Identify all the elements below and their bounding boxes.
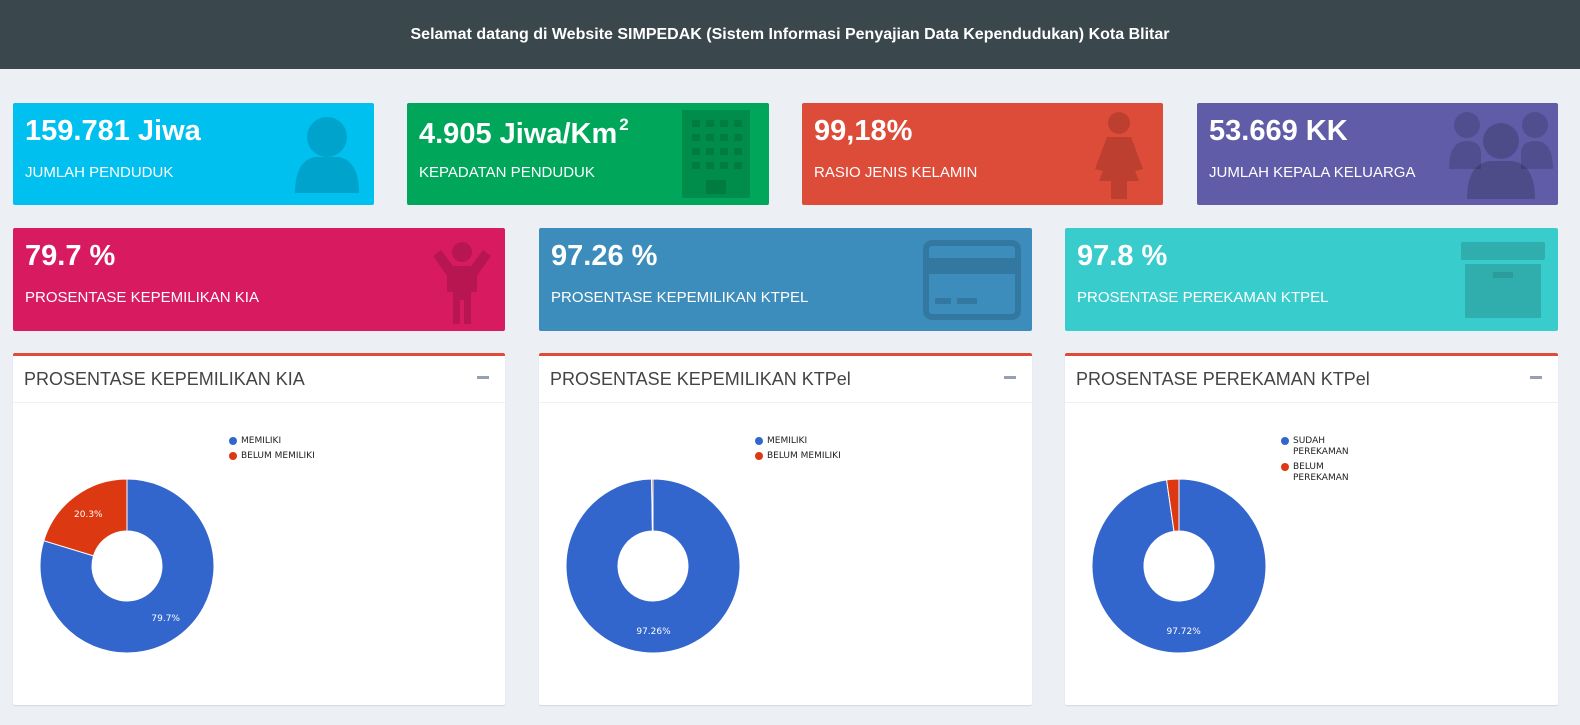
stat-box-kepala-keluarga: 53.669 KK JUMLAH KEPALA KELUARGA [1197,103,1558,205]
panel-title: PROSENTASE KEPEMILIKAN KTPel [550,369,851,389]
stat-label: PROSENTASE PEREKAMAN KTPel [1077,289,1329,306]
legend-item[interactable]: SUDAH PEREKAMAN [1281,436,1351,458]
legend-item[interactable]: BELUM MEMILIKI [755,451,841,462]
stat-box-jumlah-penduduk: 159.781 Jiwa JUMLAH PENDUDUK [13,103,374,205]
stat-value: 79.7 % [25,240,116,272]
panel-title: PROSENTASE PEREKAMAN KTPel [1076,369,1370,389]
panel-header: PROSENTASE KEPEMILIKAN KTPel [539,356,1032,403]
collapse-minus-icon[interactable] [477,376,489,379]
legend-label: MEMILIKI [241,436,282,446]
slice-label: 20.3% [74,510,103,520]
stat-label: JUMLAH PENDUDUK [25,164,174,181]
chart-legend: SUDAH PEREKAMAN BELUM PEREKAMAN [1281,436,1351,488]
stat-label: KEPADATAN PENDUDUK [419,164,595,181]
legend-label: MEMILIKI [767,436,808,446]
chart-panel-perekaman-ktpel: PROSENTASE PEREKAMAN KTPel 97.72% SUDAH … [1065,353,1558,705]
chart-panel-kepemilikan-ktpel: PROSENTASE KEPEMILIKAN KTPel 97.26% MEMI… [539,353,1032,705]
panel-header: PROSENTASE KEPEMILIKAN KIA [13,356,505,403]
collapse-minus-icon[interactable] [1530,376,1542,379]
welcome-title: Selamat datang di Website SIMPEDAK (Sist… [410,25,1170,43]
legend-dot-icon [755,437,763,445]
stat-box-kepadatan: 4.905 Jiwa/Km 2 KEPADATAN PENDUDUK [407,103,769,205]
stat-label: PROSENTASE KEPEMILIKAN KIA [25,289,259,306]
building-icon [682,110,750,198]
legend-label: SUDAH PEREKAMAN [1293,436,1349,457]
stat-value: 4.905 Jiwa/Km 2 [419,115,629,150]
chart-legend: MEMILIKI BELUM MEMILIKI [229,436,315,466]
legend-item[interactable]: BELUM MEMILIKI [229,451,315,462]
credit-card-icon [923,240,1021,320]
users-icon [1449,112,1553,199]
legend-item[interactable]: MEMILIKI [755,436,841,447]
slice-label: 97.26% [636,627,671,637]
legend-dot-icon [1281,463,1289,471]
female-icon [1095,112,1143,199]
stat-box-kepemilikan-ktpel: 97.26 % PROSENTASE KEPEMILIKAN KTPel [539,228,1032,331]
top-banner: Selamat datang di Website SIMPEDAK (Sist… [0,0,1580,69]
stat-label: RASIO JENIS KELAMIN [814,164,978,181]
legend-dot-icon [755,452,763,460]
stat-box-perekaman-ktpel: 97.8 % PROSENTASE PEREKAMAN KTPel [1065,228,1558,331]
legend-dot-icon [1281,437,1289,445]
legend-item[interactable]: BELUM PEREKAMAN [1281,462,1351,484]
collapse-minus-icon[interactable] [1004,376,1016,379]
stat-label: JUMLAH KEPALA KELUARGA [1209,164,1416,181]
stat-box-rasio-jenis-kelamin: 99,18% RASIO JENIS KELAMIN [802,103,1163,205]
slice-label: 79.7% [151,614,180,624]
chart-legend: MEMILIKI BELUM MEMILIKI [755,436,841,466]
slice-label: 97.72% [1166,627,1201,637]
legend-label: BELUM MEMILIKI [767,451,841,461]
legend-label: BELUM PEREKAMAN [1293,462,1349,483]
user-icon [295,117,359,193]
legend-item[interactable]: MEMILIKI [229,436,315,447]
stat-value: 159.781 Jiwa [25,115,201,147]
legend-dot-icon [229,452,237,460]
stat-value: 53.669 KK [1209,115,1348,147]
archive-icon [1461,242,1545,318]
panel-header: PROSENTASE PEREKAMAN KTPel [1065,356,1558,403]
stat-value: 99,18% [814,115,913,147]
panel-title: PROSENTASE KEPEMILIKAN KIA [24,369,305,389]
stat-value: 97.26 % [551,240,658,272]
chart-panel-kia: PROSENTASE KEPEMILIKAN KIA 79.7% 20.3% ME… [13,353,505,705]
legend-dot-icon [229,437,237,445]
stat-value: 97.8 % [1077,240,1168,272]
legend-label: BELUM MEMILIKI [241,451,315,461]
child-icon [433,242,491,324]
stat-label: PROSENTASE KEPEMILIKAN KTPel [551,289,809,306]
stat-box-kepemilikan-kia: 79.7 % PROSENTASE KEPEMILIKAN KIA [13,228,505,331]
